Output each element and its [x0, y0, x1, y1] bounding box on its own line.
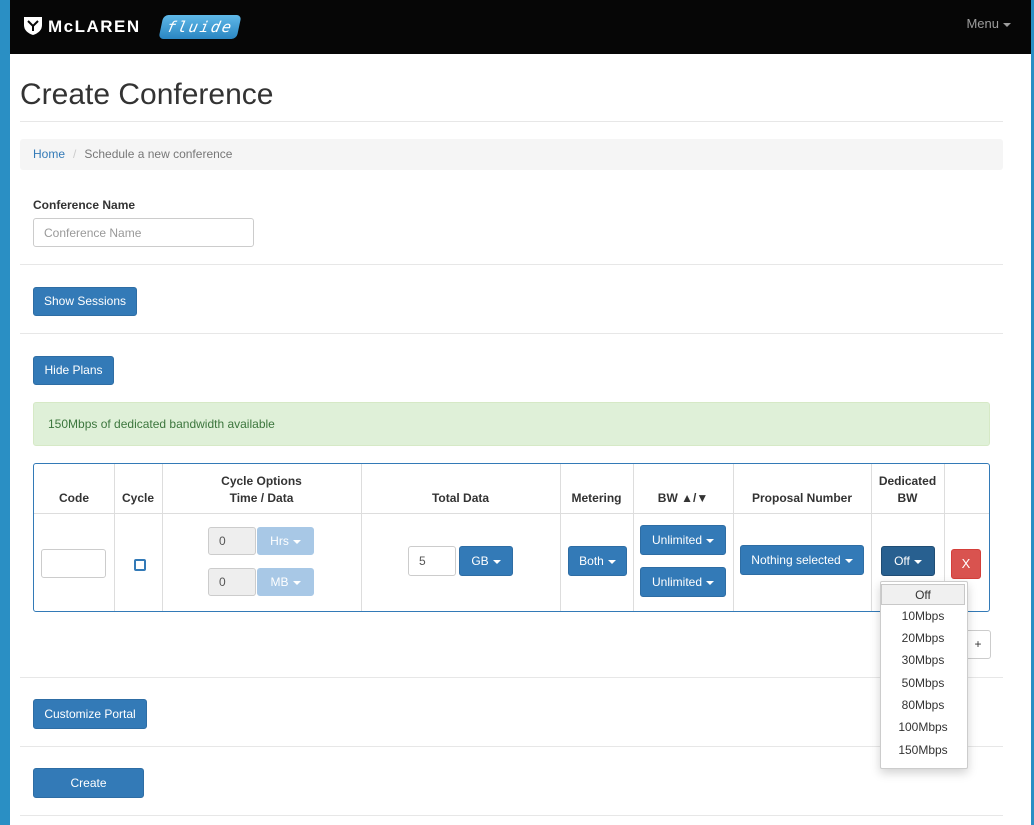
remove-row-button[interactable]: X: [951, 549, 981, 579]
alert-text: 150Mbps of dedicated bandwidth available: [48, 417, 275, 431]
header-bw: BW ▲/▼: [657, 491, 709, 505]
chevron-down-icon: [607, 559, 616, 564]
customize-portal-button[interactable]: Customize Portal: [33, 699, 147, 729]
cycle-data-input[interactable]: [208, 568, 256, 596]
divider: [20, 677, 1003, 678]
total-data-unit-dropdown[interactable]: GB: [459, 546, 513, 576]
chevron-down-icon: [1003, 22, 1011, 27]
header-dedicated-bw: BW: [897, 491, 918, 505]
dedicated-bw-dropdown[interactable]: Off: [881, 546, 935, 576]
total-data-input[interactable]: [408, 546, 456, 576]
mclaren-crest-icon: [24, 17, 42, 35]
header-proposal-number: Proposal Number: [751, 491, 853, 505]
cycle-time-input[interactable]: [208, 527, 256, 555]
column-divider: [114, 464, 115, 611]
chevron-down-icon: [292, 539, 301, 544]
proposal-number-dropdown[interactable]: Nothing selected: [740, 545, 864, 575]
metering-dropdown[interactable]: Both: [568, 546, 627, 576]
code-input[interactable]: [41, 549, 106, 578]
column-divider: [361, 464, 362, 611]
dedicated-bw-option[interactable]: Off: [881, 584, 965, 605]
page-title: Create Conference: [20, 78, 274, 111]
cycle-time-unit-label: Hrs: [270, 534, 289, 548]
add-row-button[interactable]: +: [965, 630, 991, 659]
column-divider: [733, 464, 734, 611]
divider: [20, 333, 1003, 334]
bw-up-dropdown[interactable]: Unlimited: [640, 525, 726, 555]
header-cycle-options: Cycle Options: [221, 474, 302, 488]
dedicated-bw-option[interactable]: 10Mbps: [881, 606, 965, 627]
divider: [20, 746, 1003, 747]
breadcrumb-home-link[interactable]: Home: [33, 147, 65, 161]
menu-dropdown-toggle[interactable]: Menu: [966, 16, 1011, 31]
brand-name: McLAREN: [48, 17, 141, 36]
column-divider: [560, 464, 561, 611]
header-cycle: Cycle: [121, 491, 155, 505]
dedicated-bw-option[interactable]: 20Mbps: [881, 628, 965, 649]
bw-down-dropdown[interactable]: Unlimited: [640, 567, 726, 597]
header-time-data: Time / Data: [229, 491, 294, 505]
chevron-down-icon: [913, 559, 922, 564]
divider: [20, 264, 1003, 265]
header-divider: [34, 513, 989, 514]
header-total-data: Total Data: [431, 491, 490, 505]
breadcrumb-current: Schedule a new conference: [84, 147, 233, 161]
dedicated-bw-label: Off: [894, 554, 910, 568]
chevron-down-icon: [706, 580, 714, 585]
dedicated-bw-option[interactable]: 50Mbps: [881, 673, 965, 694]
column-divider: [633, 464, 634, 611]
navbar: McLAREN fluide Menu: [10, 0, 1031, 54]
dedicated-bw-menu: Off 10Mbps 20Mbps 30Mbps 50Mbps 80Mbps 1…: [880, 581, 968, 769]
metering-label: Both: [579, 554, 604, 568]
chevron-down-icon: [292, 580, 301, 585]
show-sessions-button[interactable]: Show Sessions: [33, 287, 137, 316]
dedicated-bw-option[interactable]: 100Mbps: [881, 717, 965, 738]
chevron-down-icon: [844, 558, 853, 563]
dedicated-bw-option[interactable]: 80Mbps: [881, 695, 965, 716]
dedicated-bw-option[interactable]: 30Mbps: [881, 650, 965, 671]
cycle-time-unit-dropdown[interactable]: Hrs: [257, 527, 314, 555]
bw-up-label: Unlimited: [651, 533, 702, 547]
divider: [20, 121, 1003, 122]
bandwidth-available-alert: 150Mbps of dedicated bandwidth available: [33, 402, 990, 446]
cycle-checkbox[interactable]: [134, 559, 146, 571]
plans-table: Code Cycle Cycle Options Time / Data Tot…: [33, 463, 990, 612]
hide-plans-button[interactable]: Hide Plans: [33, 356, 114, 385]
chevron-down-icon: [492, 559, 501, 564]
create-button[interactable]: Create: [33, 768, 144, 798]
total-data-unit-label: GB: [471, 554, 489, 568]
header-metering: Metering: [571, 491, 622, 505]
header-dedicated: Dedicated: [878, 474, 937, 488]
bw-down-label: Unlimited: [651, 575, 702, 589]
breadcrumb: Home / Schedule a new conference: [20, 139, 1003, 170]
divider: [20, 815, 1003, 816]
fluide-logo: fluide: [158, 15, 242, 39]
app-frame: McLAREN fluide Menu Create Conference Ho…: [10, 0, 1031, 825]
menu-label: Menu: [966, 16, 999, 31]
header-code: Code: [59, 491, 89, 505]
conference-name-input[interactable]: [33, 218, 254, 247]
fluide-logo-text: fluide: [164, 18, 236, 36]
cycle-data-unit-label: MB: [270, 575, 289, 589]
dedicated-bw-option[interactable]: 150Mbps: [881, 740, 965, 761]
cycle-data-unit-dropdown[interactable]: MB: [257, 568, 314, 596]
conference-name-label: Conference Name: [33, 198, 136, 212]
breadcrumb-separator: /: [73, 147, 77, 161]
chevron-down-icon: [706, 538, 714, 543]
proposal-number-label: Nothing selected: [751, 553, 841, 567]
